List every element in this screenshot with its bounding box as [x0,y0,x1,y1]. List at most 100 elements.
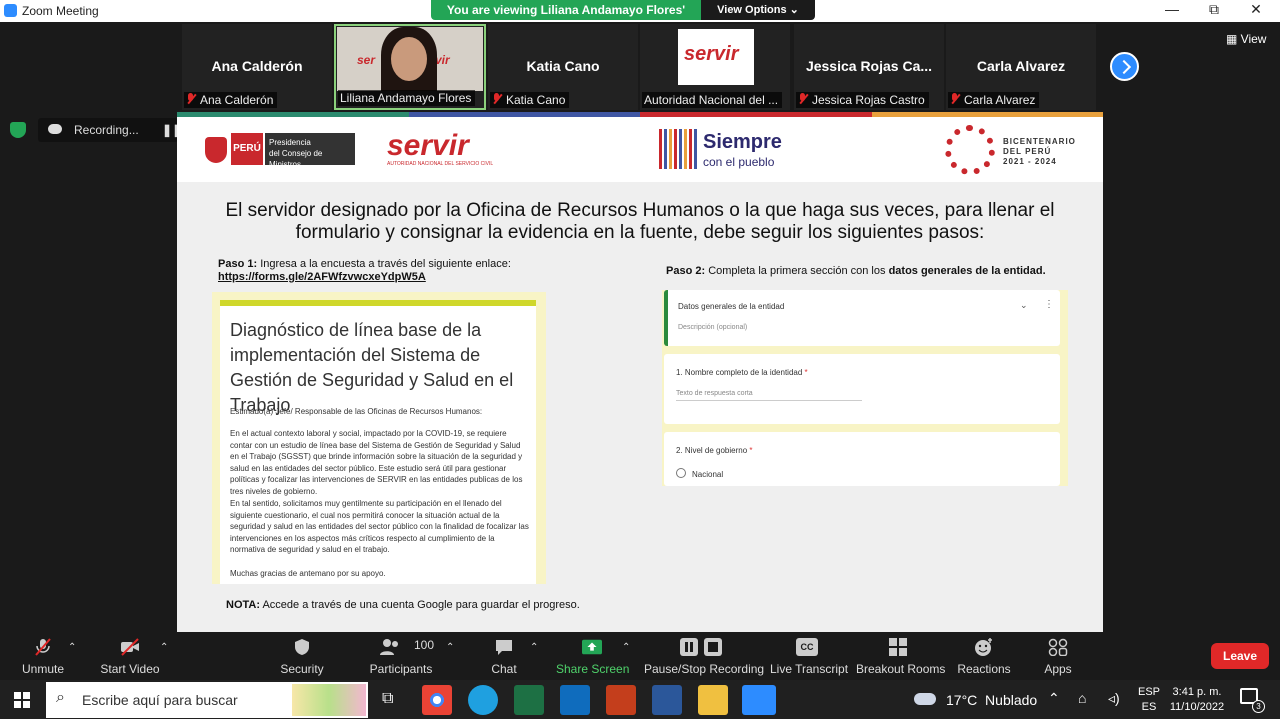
viewing-banner: You are viewing Liliana Andamayo Flores'… [431,0,701,37]
smiley-icon [975,638,992,656]
notification-count-badge: 3 [1252,700,1265,713]
next-page-arrow-icon[interactable] [1110,52,1139,81]
chat-button[interactable]: Chat [484,632,524,680]
section-header-card: Datos generales de la entidad Descripció… [664,290,1060,346]
participant-tile[interactable]: Carla Alvarez Carla Alvarez [946,24,1096,110]
restore-button[interactable]: ⧉ [1194,1,1234,18]
leave-button[interactable]: Leave [1211,643,1269,669]
slide-title: El servidor designado por la Oficina de … [225,200,1055,243]
participants-button[interactable]: 100 Participants [366,632,436,680]
shared-screen: PERÚ Presidencia del Consejo de Ministro… [177,112,1103,632]
share-options-chevron-icon[interactable]: ⌃ [622,642,630,653]
question-card: 1. Nombre completo de la identidad * Tex… [664,354,1060,424]
bicentenario-emblem-icon [945,125,995,175]
encryption-shield-icon[interactable] [10,122,26,138]
chat-icon [496,640,512,655]
more-options-icon: ⋮ [1044,299,1054,310]
input-language[interactable]: ESP ES [1138,685,1160,715]
share-screen-icon [582,639,602,655]
form-section-preview: Datos generales de la entidad Descripció… [662,290,1068,486]
share-screen-button[interactable]: Share Screen [556,632,629,680]
search-highlight-illustration-icon [292,684,366,716]
clock[interactable]: 3:41 p. m. 11/10/2022 [1166,685,1228,715]
participants-options-chevron-icon[interactable]: ⌃ [446,642,454,653]
form-paragraph: En tal sentido, solicitamos muy gentilme… [230,499,529,554]
servir-avatar-logo: servir [678,29,754,85]
pause-stop-icon [680,638,722,656]
peru-logo: PERÚ Presidencia del Consejo de Ministro… [205,133,355,169]
muted-mic-icon [492,93,501,105]
file-explorer-icon[interactable] [698,685,728,715]
unmute-button[interactable]: Unmute [14,632,72,680]
video-off-icon [121,638,139,656]
outlook-icon[interactable] [560,685,590,715]
radio-button-icon [676,468,686,478]
servir-logo: servir AUTORIDAD NACIONAL DEL SERVICIO C… [387,129,494,167]
participant-name: Katia Cano [526,58,600,74]
breakout-rooms-button[interactable]: Breakout Rooms [856,632,945,680]
excel-icon[interactable] [514,685,544,715]
live-transcript-button[interactable]: CC Live Transcript [770,632,848,680]
participant-label: Liliana Andamayo Flores [338,90,476,106]
search-icon: ⌕ [56,689,65,706]
video-options-chevron-icon[interactable]: ⌃ [160,642,168,653]
participant-name: Jessica Rojas Ca... [805,58,933,74]
question-card: 2. Nivel de gobierno * Nacional [664,432,1060,486]
tray-chevron-icon[interactable]: ⌃ [1048,690,1060,707]
security-button[interactable]: Security [276,632,328,680]
participant-tile[interactable]: servir Autoridad Nacional del ... [640,24,790,110]
view-button[interactable]: ▦ View [1226,32,1266,46]
shield-icon [295,639,309,655]
apps-button[interactable]: Apps [1036,632,1080,680]
recording-indicator: Recording... ❚❚ [38,118,182,142]
form-paragraph: En el actual contexto laboral y social, … [230,429,523,496]
volume-icon[interactable]: ◃) [1108,690,1120,707]
powerpoint-icon[interactable] [606,685,636,715]
participants-icon [379,639,398,655]
participant-label: Katia Cano [490,92,570,108]
start-video-button[interactable]: Start Video [98,632,162,680]
webcam-video: ser vir [337,27,483,91]
reactions-button[interactable]: Reactions [956,632,1012,680]
participant-label: Carla Alvarez [948,92,1040,108]
taskbar-search-box[interactable]: ⌕ Escribe aquí para buscar [46,682,368,718]
participant-tile[interactable]: Katia Cano Katia Cano [488,24,638,110]
close-button[interactable]: ✕ [1236,1,1276,18]
cloud-weather-icon [914,693,936,705]
breakout-rooms-icon [889,638,907,656]
pause-stop-recording-button[interactable]: Pause/Stop Recording [644,632,764,680]
word-icon[interactable] [652,685,682,715]
grid-icon: ▦ [1226,32,1241,46]
zoom-app-icon [4,4,17,17]
chat-options-chevron-icon[interactable]: ⌃ [530,642,538,653]
windows-start-icon[interactable] [14,692,30,708]
participant-tile[interactable]: Ana Calderón Ana Calderón [182,24,332,110]
participant-tile[interactable]: Jessica Rojas Ca... Jessica Rojas Castro [794,24,944,110]
muted-mic-icon [798,93,807,105]
participant-name: Ana Calderón [211,58,303,74]
form-paragraph: Muchas gracias de antemano por su apoyo. [230,569,386,578]
chrome-icon[interactable] [422,685,452,715]
weather-text[interactable]: 17°C Nublado [946,692,1037,708]
task-view-icon[interactable]: ⧉ [382,690,393,708]
muted-mic-icon [950,93,959,105]
slide-logo-header: PERÚ Presidencia del Consejo de Ministro… [177,117,1103,182]
participant-label: Jessica Rojas Castro [796,92,929,108]
minimize-button[interactable]: — [1152,1,1192,17]
participant-tile-active-speaker[interactable]: ser vir Liliana Andamayo Flores [334,24,486,110]
apps-icon [1048,638,1068,656]
form-link[interactable]: https://forms.gle/2AFWfzvwcxeYdpW5A [218,271,426,283]
step-2-text: Paso 2: Completa la primera sección con … [666,265,1046,277]
network-icon[interactable]: ⌂ [1078,690,1086,706]
form-preview-card: Diagnóstico de línea base de la implemen… [212,292,546,584]
participant-label: Ana Calderón [184,92,278,108]
view-options-button[interactable]: View Options ⌄ [701,0,815,20]
closed-captions-icon: CC [796,638,818,656]
participant-label: Autoridad Nacional del ... [642,92,783,108]
muted-mic-icon [186,93,195,105]
participant-name: Carla Alvarez [976,58,1066,74]
zoom-taskbar-icon[interactable] [742,685,776,715]
edge-icon[interactable] [468,685,498,715]
audio-options-chevron-icon[interactable]: ⌃ [68,642,76,653]
form-title: Diagnóstico de línea base de la implemen… [230,320,514,415]
